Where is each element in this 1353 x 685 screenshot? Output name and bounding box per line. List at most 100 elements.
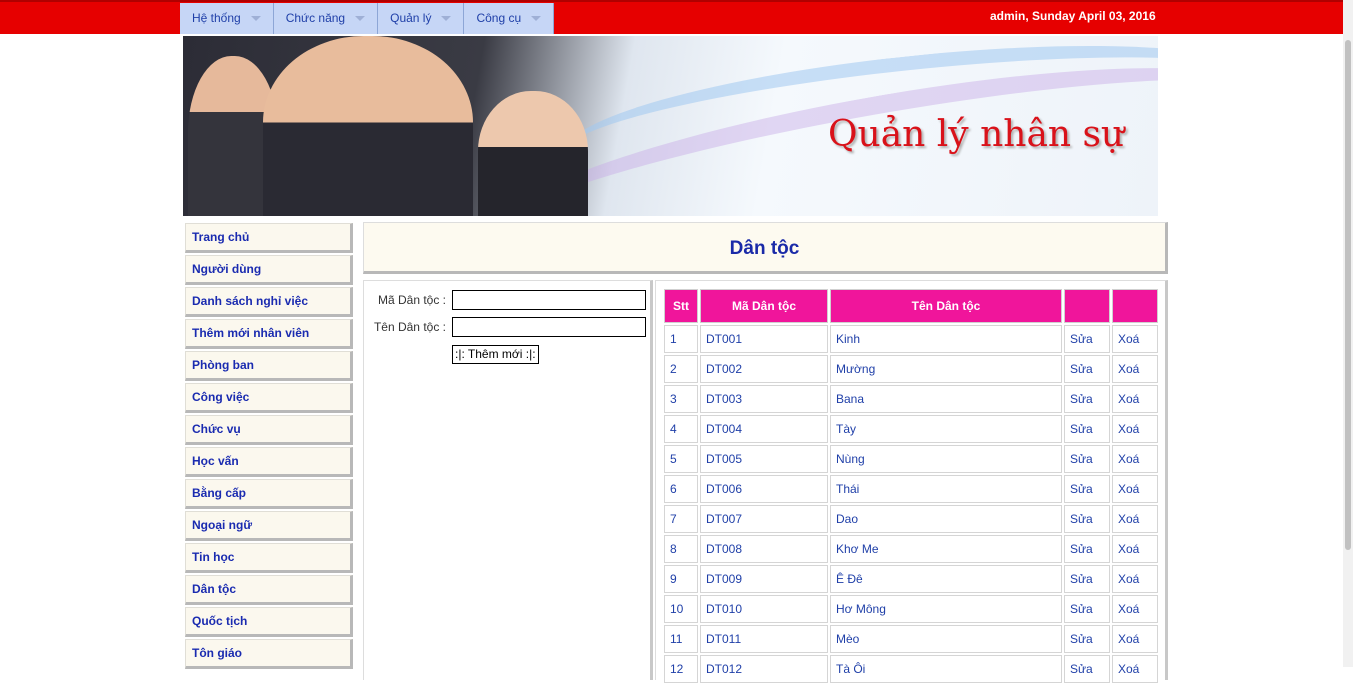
edit-link[interactable]: Sửa [1064,595,1110,623]
sidebar-item-phong-ban[interactable]: Phòng ban [185,351,353,381]
sidebar-item-hoc-van[interactable]: Học vấn [185,447,353,477]
scrollbar-thumb[interactable] [1345,40,1351,550]
edit-link[interactable]: Sửa [1064,445,1110,473]
cell-code: DT006 [700,475,828,503]
cell-stt: 1 [664,325,698,353]
edit-link[interactable]: Sửa [1064,355,1110,383]
edit-link[interactable]: Sửa [1064,505,1110,533]
ethnicity-form: Mã Dân tộc : Tên Dân tộc : :|: Thêm mới … [363,280,653,680]
banner-photo-person [263,36,473,216]
main-menu: Hệ thống Chức năng Quản lý Công cụ [180,3,555,34]
cell-code: DT009 [700,565,828,593]
sidebar-item-ton-giao[interactable]: Tôn giáo [185,639,353,669]
sidebar-item-trang-chu[interactable]: Trang chủ [185,223,353,253]
header-name: Tên Dân tộc [830,289,1062,323]
cell-name: Kinh [830,325,1062,353]
cell-stt: 2 [664,355,698,383]
table-row: 5 DT005 Nùng Sửa Xoá [664,445,1158,473]
delete-link[interactable]: Xoá [1112,445,1158,473]
table-row: 11 DT011 Mèo Sửa Xoá [664,625,1158,653]
add-new-button[interactable]: :|: Thêm mới :|: [452,345,539,364]
sidebar-item-dan-toc[interactable]: Dân tộc [185,575,353,605]
table-row: 10 DT010 Hơ Mông Sửa Xoá [664,595,1158,623]
edit-link[interactable]: Sửa [1064,475,1110,503]
delete-link[interactable]: Xoá [1112,385,1158,413]
cell-stt: 4 [664,415,698,443]
edit-link[interactable]: Sửa [1064,325,1110,353]
cell-name: Tà Ôi [830,655,1062,683]
code-label: Mã Dân tộc : [377,293,446,307]
header-edit [1064,289,1110,323]
user-info: admin, Sunday April 03, 2016 [990,9,1156,23]
sidebar-item-danh-sach-nghi-viec[interactable]: Danh sách nghỉ việc [185,287,353,317]
banner-title: Quản lý nhân sự [828,114,1125,155]
menu-label: Quản lý [390,11,432,25]
edit-link[interactable]: Sửa [1064,625,1110,653]
vertical-scrollbar[interactable] [1343,0,1353,667]
table-header-row: Stt Mã Dân tộc Tên Dân tộc [664,289,1158,323]
edit-link[interactable]: Sửa [1064,415,1110,443]
menu-label: Công cụ [476,11,522,25]
sidebar-nav: Trang chủ Người dùng Danh sách nghỉ việc… [185,223,353,671]
menu-chuc-nang[interactable]: Chức năng [273,3,379,34]
delete-link[interactable]: Xoá [1112,475,1158,503]
cell-code: DT010 [700,595,828,623]
delete-link[interactable]: Xoá [1112,415,1158,443]
chevron-down-icon [531,16,542,22]
sidebar-item-nguoi-dung[interactable]: Người dùng [185,255,353,285]
delete-link[interactable]: Xoá [1112,595,1158,623]
sidebar-item-quoc-tich[interactable]: Quốc tịch [185,607,353,637]
delete-link[interactable]: Xoá [1112,325,1158,353]
menu-label: Hệ thống [192,11,241,25]
sidebar-item-tin-hoc[interactable]: Tin học [185,543,353,573]
cell-stt: 11 [664,625,698,653]
delete-link[interactable]: Xoá [1112,505,1158,533]
cell-stt: 5 [664,445,698,473]
table-row: 1 DT001 Kinh Sửa Xoá [664,325,1158,353]
top-bar: Hệ thống Chức năng Quản lý Công cụ admin… [0,0,1343,34]
cell-code: DT003 [700,385,828,413]
delete-link[interactable]: Xoá [1112,565,1158,593]
edit-link[interactable]: Sửa [1064,565,1110,593]
sidebar-item-ngoai-ngu[interactable]: Ngoại ngữ [185,511,353,541]
table-row: 7 DT007 Dao Sửa Xoá [664,505,1158,533]
cell-stt: 9 [664,565,698,593]
sidebar-item-bang-cap[interactable]: Bằng cấp [185,479,353,509]
cell-name: Mường [830,355,1062,383]
cell-stt: 12 [664,655,698,683]
chevron-down-icon [441,16,452,22]
table-row: 6 DT006 Thái Sửa Xoá [664,475,1158,503]
cell-name: Nùng [830,445,1062,473]
chevron-down-icon [355,16,366,22]
cell-code: DT011 [700,625,828,653]
sidebar-item-them-moi-nhan-vien[interactable]: Thêm mới nhân viên [185,319,353,349]
table-row: 8 DT008 Khơ Me Sửa Xoá [664,535,1158,563]
sidebar-item-chuc-vu[interactable]: Chức vụ [185,415,353,445]
menu-he-thong[interactable]: Hệ thống [180,3,274,34]
cell-stt: 7 [664,505,698,533]
edit-link[interactable]: Sửa [1064,535,1110,563]
menu-cong-cu[interactable]: Công cụ [464,3,555,34]
header-banner: Quản lý nhân sự [183,36,1158,216]
chevron-down-icon [250,16,261,22]
name-input[interactable] [452,317,646,337]
table-row: 12 DT012 Tà Ôi Sửa Xoá [664,655,1158,683]
cell-code: DT004 [700,415,828,443]
cell-name: Khơ Me [830,535,1062,563]
header-delete [1112,289,1158,323]
delete-link[interactable]: Xoá [1112,625,1158,653]
cell-name: Tày [830,415,1062,443]
sidebar-item-cong-viec[interactable]: Công việc [185,383,353,413]
header-stt: Stt [664,289,698,323]
menu-quan-ly[interactable]: Quản lý [378,3,465,34]
delete-link[interactable]: Xoá [1112,655,1158,683]
cell-name: Hơ Mông [830,595,1062,623]
edit-link[interactable]: Sửa [1064,385,1110,413]
cell-name: Dao [830,505,1062,533]
code-input[interactable] [452,290,646,310]
edit-link[interactable]: Sửa [1064,655,1110,683]
ethnicity-table: Stt Mã Dân tộc Tên Dân tộc 1 DT001 Kinh … [662,287,1160,685]
delete-link[interactable]: Xoá [1112,355,1158,383]
delete-link[interactable]: Xoá [1112,535,1158,563]
table-row: 9 DT009 Ê Đê Sửa Xoá [664,565,1158,593]
